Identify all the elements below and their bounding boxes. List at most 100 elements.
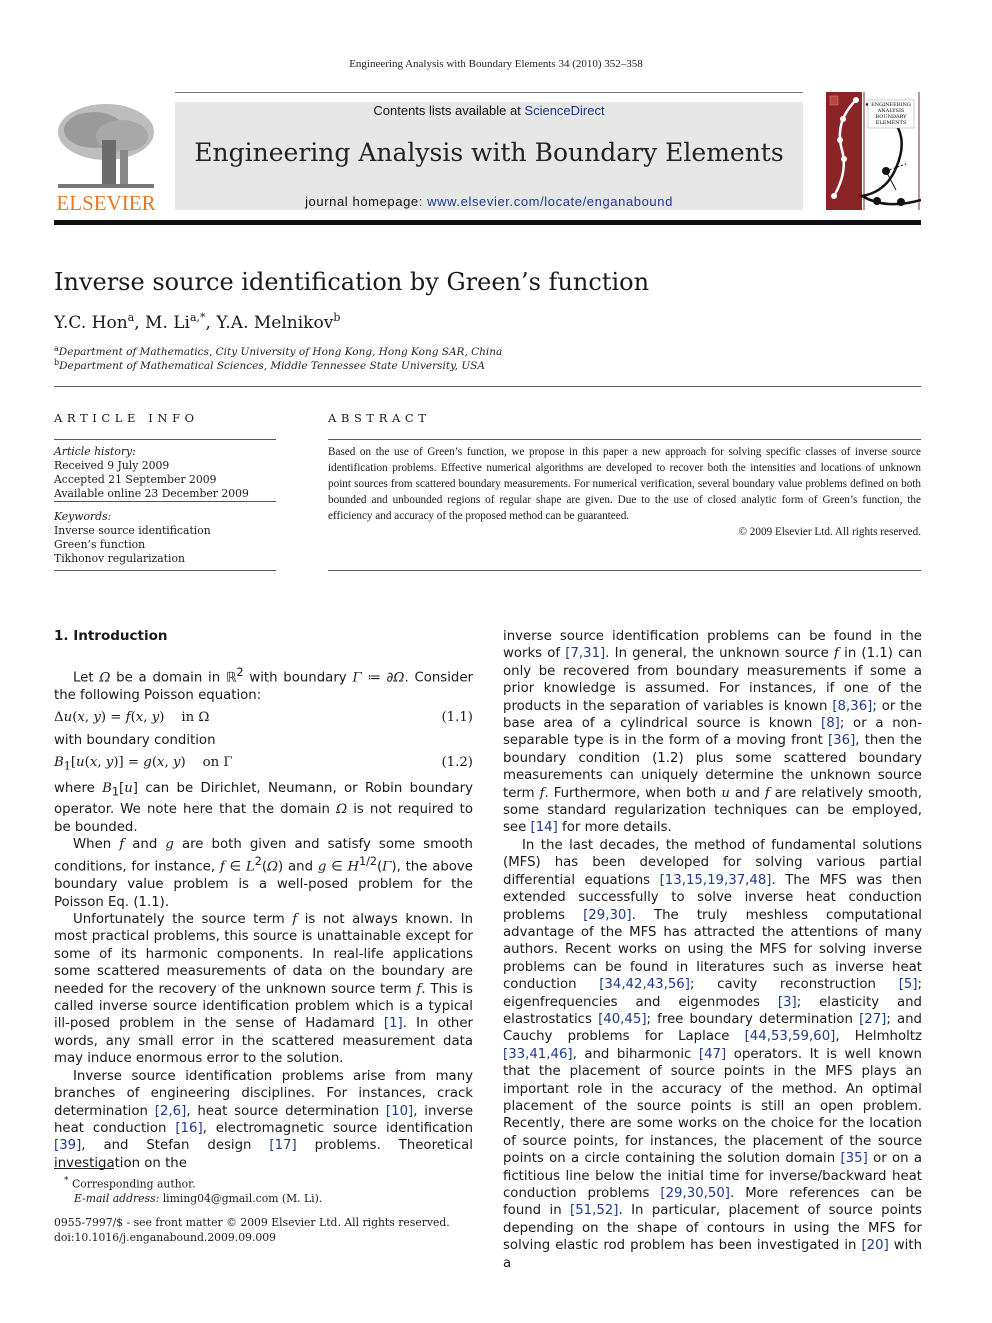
citation-link[interactable]: [10] — [386, 1104, 413, 1119]
divider — [328, 439, 921, 440]
journal-homepage: journal homepage: www.elsevier.com/locat… — [175, 194, 803, 209]
left-column: Let Ω be a domain in ℝ2 with boundary Γ … — [54, 664, 473, 1172]
email-note: E-mail address: liming04@gmail.com (M. L… — [54, 1192, 322, 1207]
citation-link[interactable]: [33,41,46] — [503, 1047, 573, 1062]
sciencedirect-link[interactable]: ScienceDirect — [524, 103, 604, 118]
elsevier-logo: ELSEVIER — [54, 100, 158, 215]
doi-link[interactable]: doi:10.1016/j.enganabound.2009.09.009 — [54, 1231, 450, 1246]
divider — [328, 570, 921, 571]
citation-link[interactable]: [27] — [859, 1012, 886, 1027]
paragraph: Inverse source identification problems a… — [54, 1068, 474, 1171]
article-history-label: Article history: — [54, 445, 136, 458]
article-history: Article history: Received 9 July 2009 Ac… — [54, 445, 276, 501]
author-name: M. Li — [145, 313, 190, 333]
history-online: Available online 23 December 2009 — [54, 487, 249, 500]
keywords-label: Keywords: — [54, 510, 112, 523]
footnote: * Corresponding author. E-mail address: … — [54, 1174, 322, 1207]
equation-number: (1.2) — [441, 755, 473, 771]
citation-link[interactable]: [40,45] — [598, 1012, 646, 1027]
citation-link[interactable]: [3] — [778, 995, 797, 1010]
citation-link[interactable]: [51,52] — [570, 1203, 618, 1218]
author-affiliation-mark: b — [333, 311, 341, 324]
corresponding-author-note: * Corresponding author. — [64, 1176, 196, 1191]
keyword: Inverse source identification — [54, 524, 211, 537]
article-info-heading: ARTICLE INFO — [54, 411, 199, 425]
equation-tail: in Ω — [181, 710, 210, 726]
citation-link[interactable]: [35] — [840, 1151, 867, 1166]
history-received: Received 9 July 2009 — [54, 459, 170, 472]
journal-cover: ENGINEERING ANALYSIS BOUNDARY ELEMENTS — [826, 92, 922, 210]
citation-link[interactable]: [47] — [699, 1047, 726, 1062]
masthead-thick-rule — [54, 220, 921, 225]
affiliation-text: Department of Mathematics, City Universi… — [58, 346, 503, 358]
citation-link[interactable]: [8,36] — [832, 699, 872, 714]
citation-link[interactable]: [29,30,50] — [660, 1186, 730, 1201]
paragraph: with boundary condition — [54, 732, 216, 748]
citation-link[interactable]: [36] — [828, 733, 855, 748]
cover-title-line-4: ELEMENTS — [876, 120, 907, 126]
author-affiliation-mark: a,* — [189, 311, 206, 324]
history-accepted: Accepted 21 September 2009 — [54, 473, 217, 486]
paragraph: Let Ω be a domain in ℝ2 with boundary Γ … — [54, 666, 473, 703]
paragraph: In the last decades, the method of funda… — [503, 837, 923, 1271]
author-name: Y.C. Hon — [54, 313, 128, 333]
contents-line: Contents lists available at ScienceDirec… — [175, 103, 803, 118]
citation-link[interactable]: [39] — [54, 1138, 81, 1153]
author-name: Y.A. Melnikov — [216, 313, 334, 333]
section-heading: 1. Introduction — [54, 628, 168, 644]
keyword: Tikhonov regularization — [54, 552, 185, 565]
abstract-copyright: © 2009 Elsevier Ltd. All rights reserved… — [738, 526, 922, 538]
divider — [54, 570, 276, 571]
citation-link[interactable]: [5] — [899, 977, 918, 992]
keyword: Green’s function — [54, 538, 146, 551]
abstract-heading: ABSTRACT — [328, 411, 431, 425]
citation-link[interactable]: [44,53,59,60] — [745, 1029, 836, 1044]
right-column: inverse source identification problems c… — [503, 628, 922, 1272]
journal-cover-icon: ENGINEERING ANALYSIS BOUNDARY ELEMENTS — [826, 92, 922, 210]
email-link[interactable]: liming04@gmail.com (M. Li). — [163, 1192, 323, 1205]
author-affiliation-mark: a — [127, 311, 135, 324]
citation-link[interactable]: [13,15,19,37,48] — [660, 873, 772, 888]
abstract-body: Based on the use of Green’s function, we… — [328, 446, 921, 522]
citation-link[interactable]: [16] — [175, 1121, 202, 1136]
issn-line: 0955-7997/$ - see front matter © 2009 El… — [54, 1216, 450, 1229]
citation-link[interactable]: [2,6] — [155, 1104, 187, 1119]
divider — [54, 439, 276, 440]
citation-link[interactable]: [8] — [821, 716, 840, 731]
equation-tail: on Γ — [202, 755, 233, 771]
citation-link[interactable]: [17] — [269, 1138, 296, 1153]
running-header: Engineering Analysis with Boundary Eleme… — [349, 58, 643, 70]
elsevier-wordmark: ELSEVIER — [56, 191, 155, 212]
article-title: Inverse source identification by Green’s… — [54, 268, 650, 296]
email-label: E-mail address: — [74, 1192, 160, 1206]
affiliation: aDepartment of Mathematics, City Univers… — [54, 344, 502, 358]
author-list: Y.C. Hona, M. Lia,*, Y.A. Melnikovb — [54, 311, 341, 333]
affiliation-text: Department of Mathematical Sciences, Mid… — [59, 360, 485, 372]
footnote-rule — [54, 1168, 114, 1169]
equation-number: (1.1) — [441, 710, 473, 726]
citation-link[interactable]: [14] — [531, 820, 558, 835]
citation-link[interactable]: [7,31] — [565, 646, 605, 661]
divider — [54, 501, 276, 502]
homepage-link[interactable]: www.elsevier.com/locate/enganabound — [427, 194, 673, 209]
homepage-prefix: journal homepage: — [305, 194, 428, 209]
abstract: Based on the use of Green’s function, we… — [328, 444, 921, 540]
paragraph: Unfortunately the source term f is not a… — [54, 912, 474, 1067]
citation-link[interactable]: [29,30] — [583, 908, 631, 923]
paragraph: inverse source identification problems c… — [503, 629, 922, 836]
citation-link[interactable]: [20] — [861, 1238, 888, 1253]
paragraph: When f and g are both given and satisfy … — [54, 836, 473, 910]
divider — [54, 386, 921, 387]
equation-1-1: Δu(x, y) = f(x, y) in Ω (1.1) — [54, 710, 473, 726]
contents-prefix: Contents lists available at — [373, 103, 525, 118]
equation-1-2: B1[u(x, y)] = g(x, y) on Γ (1.2) — [54, 754, 473, 775]
paragraph: where B1[u] can be Dirichlet, Neumann, o… — [54, 781, 473, 835]
citation-link[interactable]: [34,42,43,56] — [599, 977, 690, 992]
header-rule — [175, 92, 803, 93]
corresponding-author-text: Corresponding author. — [71, 1177, 196, 1191]
journal-title: Engineering Analysis with Boundary Eleme… — [194, 138, 784, 167]
keywords: Keywords: Inverse source identification … — [54, 510, 276, 566]
elsevier-tree-icon: ELSEVIER — [56, 104, 156, 215]
affiliation: bDepartment of Mathematical Sciences, Mi… — [54, 358, 485, 372]
citation-link[interactable]: [1] — [384, 1016, 403, 1031]
